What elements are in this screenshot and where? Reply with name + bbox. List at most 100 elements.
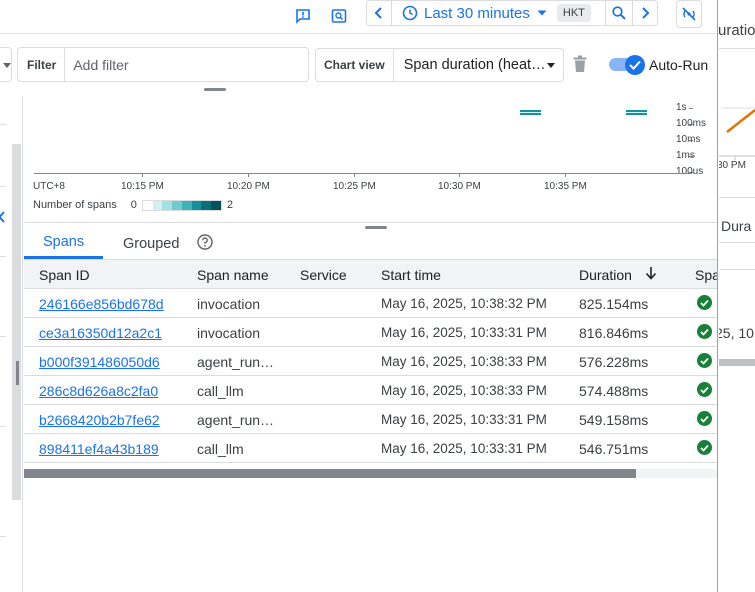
span-duration-heatmap: 1s 100ms 10ms 1ms 100us UTC+8 10:15 PM 1… <box>24 96 717 222</box>
span-id-link[interactable]: b000f391486050d6 <box>39 354 160 370</box>
x-tick <box>354 173 355 177</box>
span-id-link[interactable]: 246166e856bd678d <box>39 296 164 312</box>
column-header-span-id[interactable]: Span ID <box>39 267 90 283</box>
help-icon[interactable] <box>197 234 213 253</box>
legend-title: Number of spans <box>33 199 117 211</box>
y-tick-label: 100ms <box>676 118 707 129</box>
filter-input[interactable] <box>73 56 274 73</box>
start-time: May 16, 2025, 10:38:33 PM <box>381 354 547 369</box>
resize-handle[interactable] <box>204 88 226 91</box>
x-tick-label: 10:25 PM <box>333 181 376 192</box>
heatmap-cell[interactable] <box>520 110 541 115</box>
span-name: invocation <box>197 296 261 312</box>
start-time: May 16, 2025, 10:38:33 PM <box>381 383 547 398</box>
span-name: agent_run… <box>197 354 275 370</box>
check-circle-icon <box>697 382 712 397</box>
x-tick-label: 10:35 PM <box>544 181 587 192</box>
heatmap-cell[interactable] <box>626 110 647 115</box>
caret-down-icon <box>3 63 11 68</box>
caret-down-icon <box>537 10 547 16</box>
chart-view-label: Chart view <box>316 49 394 81</box>
legend-color-scale <box>141 199 222 211</box>
divider <box>0 124 6 125</box>
chevron-right-icon <box>642 7 650 19</box>
divider <box>0 426 6 427</box>
table-row[interactable]: b000f391486050d6 agent_run… May 16, 2025… <box>24 347 717 376</box>
chart-view-select[interactable]: Chart view Span duration (heat… <box>315 48 564 82</box>
table-row[interactable]: b2668420b2b7fe62 agent_run… May 16, 2025… <box>24 405 717 434</box>
x-tick <box>248 173 249 177</box>
chevron-left-icon[interactable] <box>0 211 6 226</box>
divider <box>0 336 6 337</box>
check-circle-icon <box>697 295 712 310</box>
divider <box>719 242 755 243</box>
duration: 825.154ms <box>579 296 649 312</box>
caret-down-icon <box>547 63 555 68</box>
background-title-fragment: uratio <box>719 22 755 39</box>
column-header-start-time[interactable]: Start time <box>381 267 441 283</box>
query-preview-icon[interactable] <box>326 3 352 29</box>
zoom-button[interactable] <box>606 1 632 25</box>
column-header-span-name[interactable]: Span name <box>197 267 269 283</box>
arrow-down-icon[interactable] <box>645 266 657 283</box>
divider <box>24 222 717 223</box>
background-window: uratio 30 PM Dura 25, 10 <box>719 0 755 592</box>
spans-table-header: Span ID Span name Service Start time Dur… <box>24 260 717 289</box>
live-mode-button[interactable] <box>676 0 702 28</box>
span-id-link[interactable]: 898411ef4a43b189 <box>39 441 159 457</box>
table-row[interactable]: 898411ef4a43b189 call_llm May 16, 2025, … <box>24 434 717 463</box>
divider <box>719 48 755 49</box>
x-tick-label: 10:15 PM <box>121 181 164 192</box>
span-name: invocation <box>197 325 261 341</box>
filter-label: Filter <box>18 48 66 81</box>
duration: 574.488ms <box>579 383 649 399</box>
y-tick-label: 10ms <box>676 134 701 145</box>
filter-bar[interactable]: Filter <box>17 47 309 82</box>
background-axis-fragment: 30 PM <box>719 160 746 171</box>
table-row[interactable]: 246166e856bd678d invocation May 16, 2025… <box>24 289 717 318</box>
span-name: call_llm <box>197 383 244 399</box>
scrollbar-thumb[interactable] <box>24 469 636 478</box>
auto-run-toggle[interactable] <box>609 55 645 75</box>
background-column-fragment: Dura <box>721 218 752 234</box>
start-time: May 16, 2025, 10:33:31 PM <box>381 325 547 340</box>
time-range-label: Last 30 minutes <box>424 4 530 22</box>
span-id-link[interactable]: 286c8d626a8c2fa0 <box>39 383 158 399</box>
scrollbar-grip[interactable] <box>16 361 19 385</box>
table-row[interactable]: ce3a16350d12a2c1 invocation May 16, 2025… <box>24 318 717 347</box>
start-time: May 16, 2025, 10:33:31 PM <box>381 412 547 427</box>
y-tick-label: 1ms <box>676 150 695 161</box>
tab-grouped[interactable]: Grouped <box>123 228 179 259</box>
span-id-link[interactable]: b2668420b2b7fe62 <box>39 412 160 428</box>
start-time: May 16, 2025, 10:33:31 PM <box>381 441 547 456</box>
left-side-panel <box>0 96 23 592</box>
background-scrollbar <box>719 359 755 366</box>
table-row[interactable]: 286c8d626a8c2fa0 call_llm May 16, 2025, … <box>24 376 717 405</box>
span-id-link[interactable]: ce3a16350d12a2c1 <box>39 325 162 341</box>
delete-icon[interactable] <box>572 55 588 73</box>
tab-spans[interactable]: Spans <box>24 228 104 259</box>
x-tick-label: 10:20 PM <box>227 181 270 192</box>
previous-range-button[interactable] <box>367 1 391 25</box>
column-header-status[interactable]: Spa <box>695 267 717 283</box>
vertical-scrollbar[interactable] <box>12 144 21 500</box>
x-tick <box>459 173 460 177</box>
duration: 816.846ms <box>579 325 649 341</box>
check-circle-icon <box>697 353 712 368</box>
clock-icon <box>402 5 418 21</box>
checkmark-icon <box>625 55 645 75</box>
x-tick <box>142 173 143 177</box>
x-tick <box>565 173 566 177</box>
column-header-service[interactable]: Service <box>300 267 347 283</box>
query-selector-dropdown[interactable] <box>0 47 12 82</box>
next-range-button[interactable] <box>633 1 657 25</box>
feedback-icon[interactable] <box>290 3 316 29</box>
horizontal-scrollbar[interactable] <box>24 469 717 478</box>
column-header-duration[interactable]: Duration <box>579 267 632 283</box>
span-name: call_llm <box>197 441 244 457</box>
duration: 549.158ms <box>579 412 649 428</box>
duration: 546.751ms <box>579 441 649 457</box>
divider <box>719 197 755 198</box>
time-range-button[interactable]: Last 30 minutes HKT <box>392 1 605 25</box>
divider <box>0 186 6 187</box>
